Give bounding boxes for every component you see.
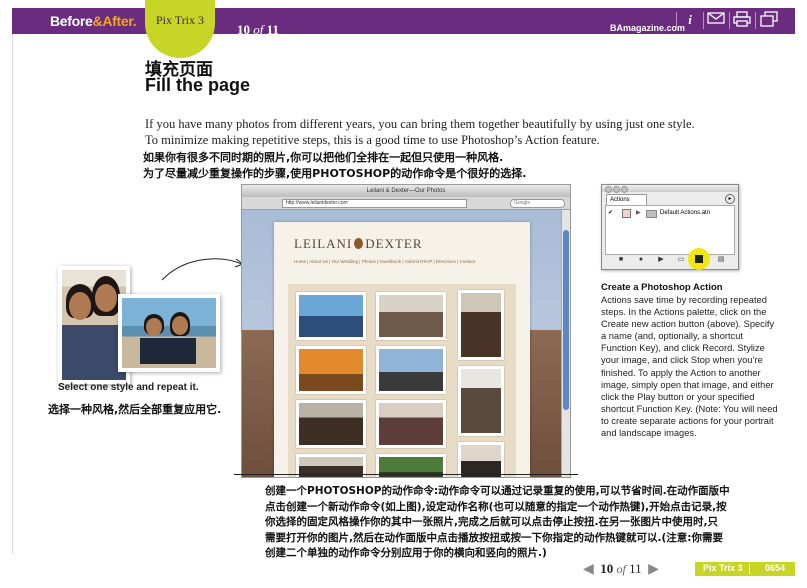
browser-scrollbar[interactable]: [561, 210, 570, 477]
brand-mark-icon: [354, 238, 364, 249]
search-field[interactable]: Google: [510, 199, 565, 208]
scrollbar-thumb[interactable]: [563, 230, 569, 410]
footer-page-total: 11: [629, 561, 642, 576]
footer-section: Pix Trix 3: [703, 563, 743, 573]
bottom-cn-line-5: 创建二个单独的动作命令分别应用于你的横向和竖向的照片.): [265, 547, 547, 560]
photo-gallery: [288, 284, 516, 477]
footer-divider: [749, 564, 750, 574]
photo-figure: [140, 338, 196, 364]
actions-list: ✔ ▶ Default Actions.atn: [605, 205, 735, 255]
bottom-cn-line-1: 创建一个PHOTOSHOP的动作命令:动作命令可以通过记录重复的使用,可以节省时…: [265, 485, 730, 497]
new-set-icon[interactable]: ▭: [675, 255, 687, 265]
page-total: 11: [266, 22, 279, 37]
gallery-thumbnail[interactable]: [296, 346, 366, 394]
gallery-thumbnail[interactable]: [376, 292, 446, 340]
intro-text: If you have many photos from different y…: [145, 117, 695, 147]
intro-cn-line-2: 为了尽量减少重复操作的步骤,使用PHOTOSHOP的动作命令是个很好的选择.: [143, 167, 527, 180]
delete-icon[interactable]: ▤: [715, 255, 727, 265]
expand-triangle-icon[interactable]: ▶: [636, 208, 641, 218]
toolbar-divider: [703, 12, 704, 29]
dialog-toggle-icon[interactable]: [622, 209, 631, 218]
page-counter: 10 of 11: [237, 22, 279, 38]
website-page: LEILANI DEXTER Home | About Us | Our Wedd…: [274, 222, 530, 477]
section-tab[interactable]: Pix Trix 3: [145, 0, 215, 58]
minimize-icon[interactable]: [613, 186, 620, 193]
actions-palette: Actions ▸ ✔ ▶ Default Actions.atn ■ ● ▶ …: [601, 184, 739, 270]
folder-icon: [646, 210, 657, 218]
photo-figure: [95, 284, 117, 312]
browser-titlebar: Leilani & Dexter—Our Photos: [242, 185, 570, 197]
photo-figure: [69, 292, 91, 320]
palette-menu-icon[interactable]: ▸: [725, 194, 735, 204]
bottom-cn-line-4: 需要打开你的图片,然后在动作面版中点击播放按扭或按一下你指定的动作热键就可以.(…: [265, 531, 723, 544]
photo-figure: [146, 318, 162, 336]
caption-select-style-cn: 选择一种风格,然后全部重复应用它.: [48, 403, 222, 416]
close-icon[interactable]: [605, 186, 612, 193]
page-edge: [12, 34, 13, 554]
bottom-text-cn: 创建一个PHOTOSHOP的动作命令:动作命令可以通过记录重复的使用,可以节省时…: [265, 484, 795, 562]
gallery-thumbnail[interactable]: [376, 400, 446, 448]
site-link[interactable]: BAmagazine.com: [610, 23, 685, 33]
record-icon[interactable]: ●: [635, 255, 647, 265]
logo-dot: .: [132, 13, 137, 29]
curved-arrow-icon: [161, 258, 245, 281]
footer-pager: ◀ 10 of 11 ▶: [583, 561, 659, 578]
section-tab-label: Pix Trix 3: [155, 13, 205, 27]
site-nav[interactable]: Home | About Us | Our Wedding | Photos |…: [294, 259, 475, 264]
intro-cn-line-1: 如果你有很多不同时期的照片,你可以把他们全排在一起但只使用一种风格.: [143, 151, 504, 164]
action-set-label: Default Actions.atn: [660, 210, 711, 216]
brand-right: DEXTER: [365, 236, 423, 251]
gallery-thumbnail[interactable]: [458, 442, 504, 477]
photo-figure: [172, 316, 188, 335]
action-caption-body: Actions save time by recording repeated …: [601, 295, 778, 439]
footer-page-current: 10: [600, 561, 614, 576]
browser-window: Leilani & Dexter—Our Photos http://www.l…: [241, 184, 571, 478]
play-icon[interactable]: ▶: [655, 255, 667, 265]
header-bar: Before&After. 10 of 11 BAmagazine.com: [12, 8, 795, 37]
brand-left: LEILANI: [294, 236, 353, 251]
page-current: 10: [237, 22, 250, 37]
info-icon[interactable]: i: [680, 11, 700, 29]
print-icon[interactable]: [732, 11, 752, 29]
logo-after: After: [102, 13, 133, 29]
email-icon[interactable]: [706, 11, 726, 29]
gallery-thumbnail[interactable]: [296, 400, 366, 448]
logo-amp: &: [92, 13, 103, 29]
new-action-highlight: [688, 248, 710, 270]
url-field[interactable]: http://www.leilanidexter.com: [282, 199, 467, 208]
next-page-icon[interactable]: ▶: [648, 561, 659, 578]
page-of: of: [253, 22, 264, 37]
toolbar-divider: [755, 12, 756, 29]
zoom-icon[interactable]: [621, 186, 628, 193]
palette-controls: ■ ● ▶ ▭ ▣ ▤: [605, 255, 733, 266]
divider: [234, 474, 578, 475]
bottom-cn-line-3: 你选择的固定风格操作你的其中一张照片,完成之后就可以点击停止按扭.在另一张图片中…: [265, 516, 718, 529]
intro-text-cn: 如果你有很多不同时期的照片,你可以把他们全排在一起但只使用一种风格. 为了尽量减…: [143, 150, 703, 182]
footer-section-bar: Pix Trix 3 0654: [695, 562, 795, 576]
footer-page-of: of: [616, 562, 626, 576]
gallery-thumbnail[interactable]: [458, 290, 504, 360]
toolbar-divider: [729, 12, 730, 29]
window-icon[interactable]: [759, 11, 779, 29]
page-title-en: Fill the page: [145, 75, 251, 95]
gallery-thumbnail[interactable]: [296, 292, 366, 340]
checkmark-icon[interactable]: ✔: [608, 208, 613, 218]
toolbar-divider: [676, 12, 677, 29]
bottom-cn-line-2: 点击创建一个新动作命令(如上图),设定动作名称(也可以随意的指定一个动作热键),…: [265, 500, 727, 513]
gallery-thumbnail[interactable]: [458, 366, 504, 436]
action-set-row[interactable]: ✔ ▶ Default Actions.atn: [606, 208, 734, 218]
logo-before: Before: [50, 13, 93, 29]
browser-viewport: LEILANI DEXTER Home | About Us | Our Wedd…: [242, 210, 562, 477]
logo[interactable]: Before&After.: [50, 13, 137, 29]
gallery-thumbnail[interactable]: [376, 346, 446, 394]
prev-page-icon[interactable]: ◀: [583, 561, 594, 578]
palette-titlebar: [602, 185, 738, 193]
landscape-photo: [118, 294, 220, 372]
browser-toolbar: http://www.leilanidexter.com Google: [242, 197, 570, 210]
action-caption-title: Create a Photoshop Action: [601, 282, 723, 293]
caption-select-style: Select one style and repeat it.: [58, 382, 199, 393]
site-brand: LEILANI DEXTER: [294, 236, 423, 252]
stop-icon[interactable]: ■: [615, 255, 627, 265]
footer-page-code: 0654: [765, 563, 786, 573]
